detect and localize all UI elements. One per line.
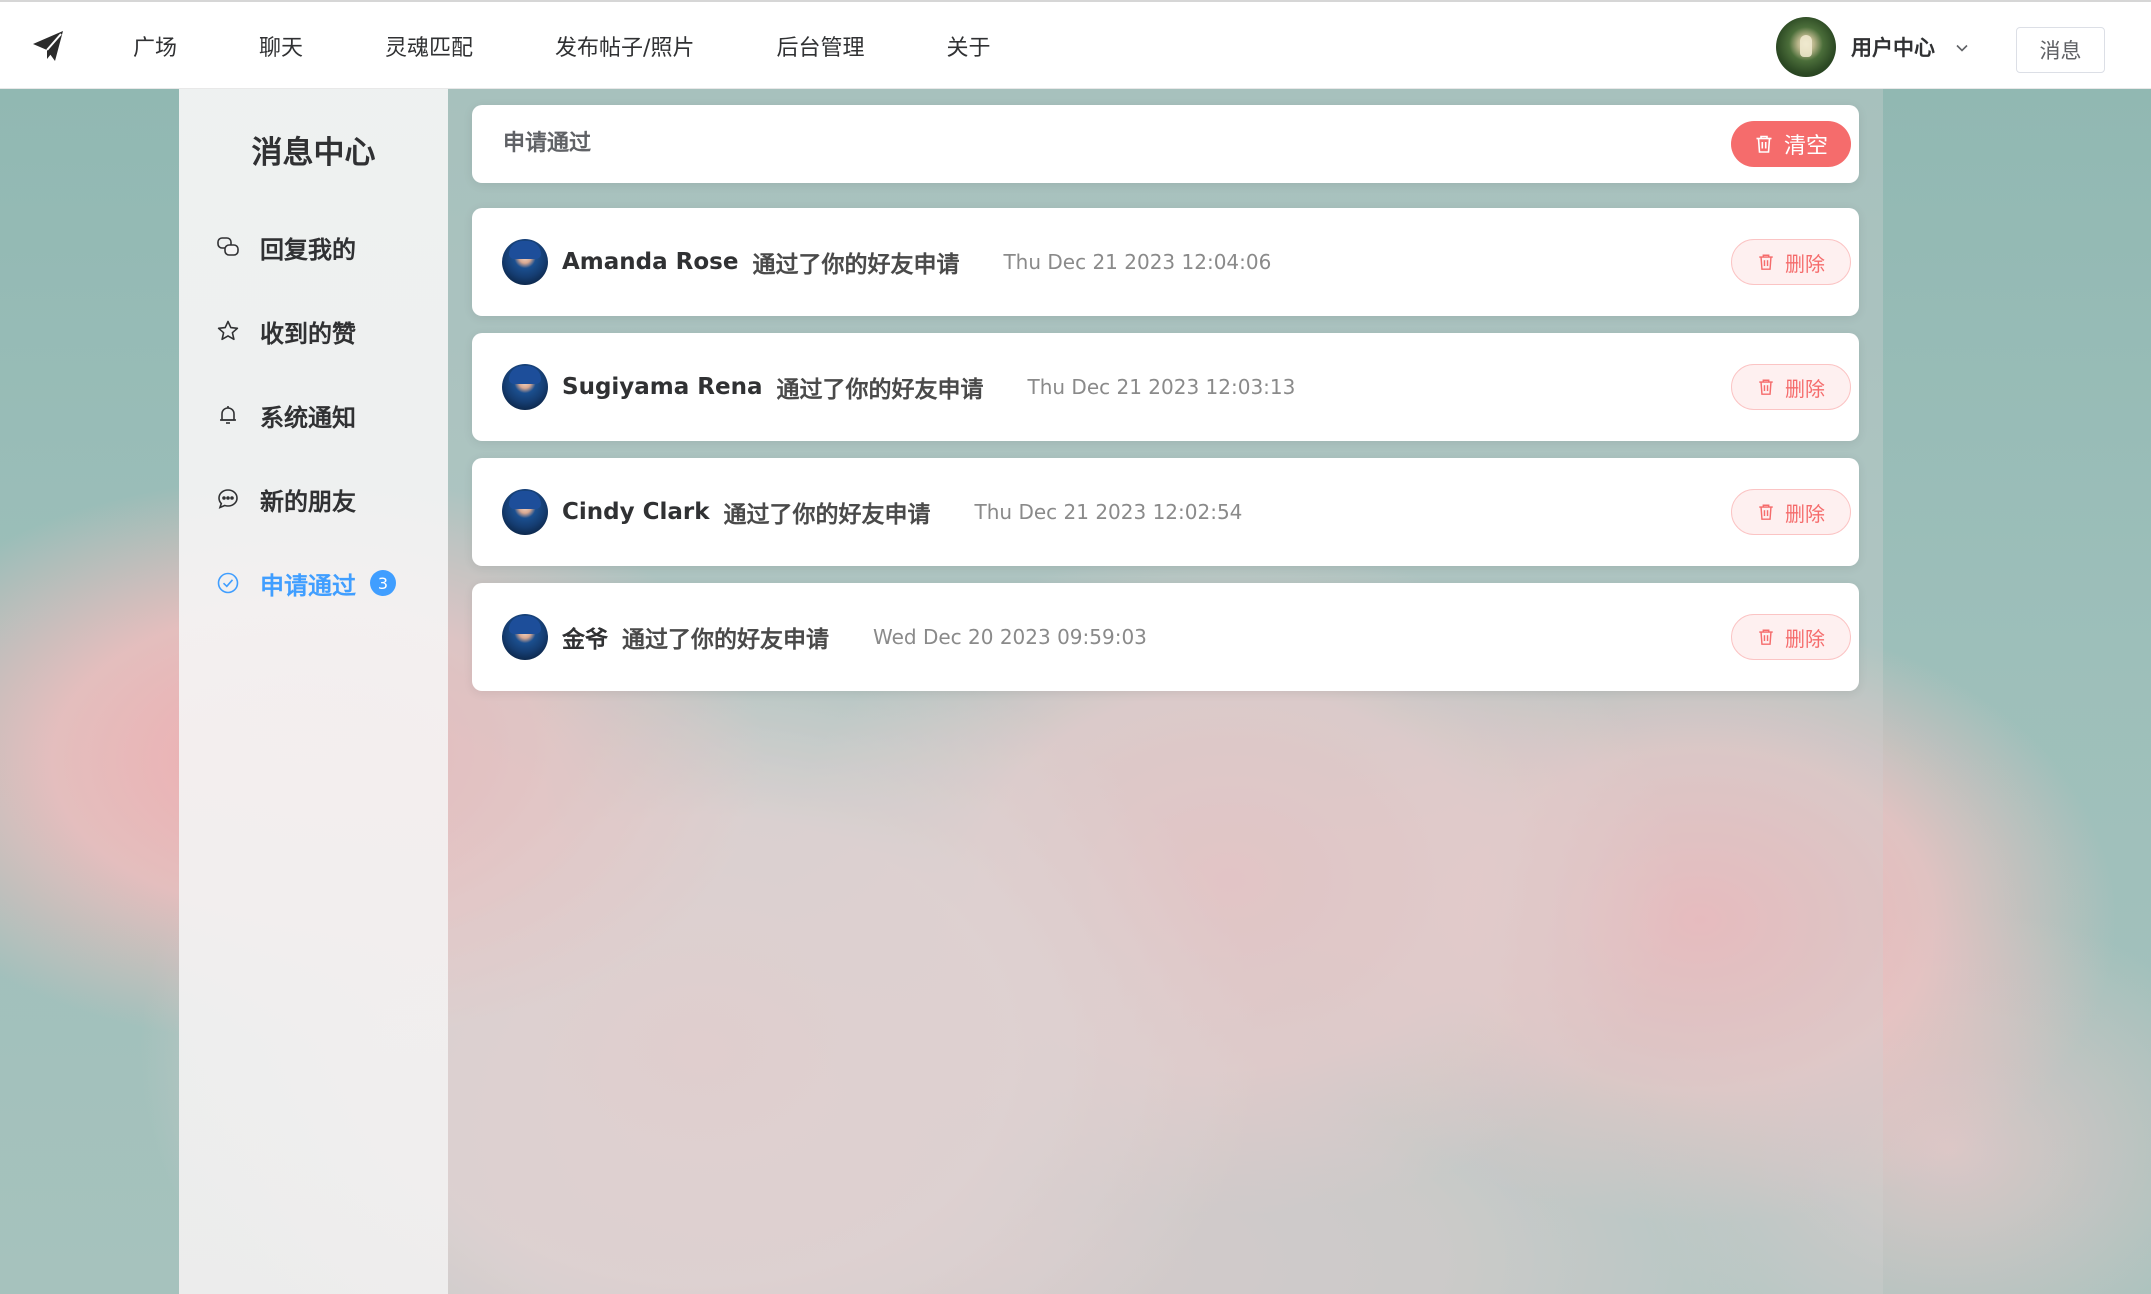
page-title: 申请通过 bbox=[503, 131, 592, 156]
list-item: 金爷 通过了你的好友申请 Wed Dec 20 2023 09:59:03 删除 bbox=[472, 583, 1859, 691]
message-timestamp: Thu Dec 21 2023 12:02:54 bbox=[974, 500, 1243, 524]
avatar[interactable] bbox=[502, 239, 548, 285]
sidebar-item-likes[interactable]: 收到的赞 bbox=[215, 311, 356, 351]
trash-icon bbox=[1757, 503, 1775, 521]
nav-item-square[interactable]: 广场 bbox=[133, 30, 177, 62]
chevron-down-icon[interactable] bbox=[1955, 40, 1969, 54]
trash-icon bbox=[1754, 134, 1774, 154]
sidebar-item-label: 系统通知 bbox=[260, 403, 356, 432]
nav-item-about[interactable]: 关于 bbox=[946, 30, 990, 62]
avatar[interactable] bbox=[502, 364, 548, 410]
delete-button[interactable]: 删除 bbox=[1731, 364, 1851, 410]
message-text: 通过了你的好友申请 bbox=[776, 377, 984, 403]
clear-button-label: 清空 bbox=[1783, 134, 1828, 159]
avatar[interactable] bbox=[502, 489, 548, 535]
nav-item-chat[interactable]: 聊天 bbox=[259, 30, 303, 62]
nav-item-publish[interactable]: 发布帖子/照片 bbox=[555, 30, 694, 62]
message-username[interactable]: Cindy Clark bbox=[562, 499, 710, 525]
delete-button-label: 删除 bbox=[1785, 376, 1825, 401]
trash-icon bbox=[1757, 628, 1775, 646]
list-header: 申请通过 清空 bbox=[472, 105, 1859, 183]
messages-button[interactable]: 消息 bbox=[2016, 27, 2105, 73]
delete-button[interactable]: 删除 bbox=[1731, 239, 1851, 285]
message-timestamp: Wed Dec 20 2023 09:59:03 bbox=[873, 625, 1147, 649]
message-text: 通过了你的好友申请 bbox=[752, 252, 960, 278]
delete-button-label: 删除 bbox=[1785, 501, 1825, 526]
list-item: Sugiyama Rena 通过了你的好友申请 Thu Dec 21 2023 … bbox=[472, 333, 1859, 441]
star-icon bbox=[215, 318, 241, 344]
sidebar-item-system-notice[interactable]: 系统通知 bbox=[215, 395, 356, 435]
delete-button[interactable]: 删除 bbox=[1731, 489, 1851, 535]
delete-button-label: 删除 bbox=[1785, 626, 1825, 651]
sidebar-item-label: 收到的赞 bbox=[260, 319, 356, 348]
chat-dots-icon bbox=[215, 486, 241, 512]
avatar[interactable] bbox=[502, 614, 548, 660]
message-text: 通过了你的好友申请 bbox=[723, 502, 931, 528]
list-item: Amanda Rose 通过了你的好友申请 Thu Dec 21 2023 12… bbox=[472, 208, 1859, 316]
nav-item-admin[interactable]: 后台管理 bbox=[776, 30, 864, 62]
sidebar-item-new-friends[interactable]: 新的朋友 bbox=[215, 479, 356, 519]
chat-bubbles-icon bbox=[215, 234, 241, 260]
avatar[interactable] bbox=[1776, 17, 1836, 77]
bell-icon bbox=[215, 402, 241, 428]
delete-button[interactable]: 删除 bbox=[1731, 614, 1851, 660]
message-list-panel: 申请通过 清空 Amanda Rose 通过了你的好友申请 Thu Dec 21… bbox=[448, 89, 1883, 1294]
sidebar-item-label: 回复我的 bbox=[260, 235, 356, 264]
message-timestamp: Thu Dec 21 2023 12:03:13 bbox=[1027, 375, 1296, 399]
user-center-label[interactable]: 用户中心 bbox=[1851, 32, 1935, 62]
sidebar-item-request-approved[interactable]: 申请通过 3 bbox=[215, 563, 396, 603]
nav-item-soul-match[interactable]: 灵魂匹配 bbox=[385, 30, 473, 62]
message-username[interactable]: Amanda Rose bbox=[562, 249, 738, 275]
top-navbar: 广场 聊天 灵魂匹配 发布帖子/照片 后台管理 关于 用户中心 消息 bbox=[0, 0, 2151, 89]
trash-icon bbox=[1757, 253, 1775, 271]
delete-button-label: 删除 bbox=[1785, 251, 1825, 276]
paper-plane-icon[interactable] bbox=[30, 28, 66, 64]
user-center-dropdown[interactable]: 用户中心 bbox=[1776, 16, 1969, 78]
trash-icon bbox=[1757, 378, 1775, 396]
main-nav: 广场 聊天 灵魂匹配 发布帖子/照片 后台管理 关于 bbox=[110, 2, 1050, 89]
message-center-sidebar: 消息中心 回复我的 收到的赞 系统通知 新的朋友 申请通过 3 bbox=[179, 89, 448, 1294]
sidebar-item-label: 新的朋友 bbox=[260, 487, 356, 516]
sidebar-item-replies[interactable]: 回复我的 bbox=[215, 227, 356, 267]
unread-badge: 3 bbox=[370, 570, 396, 596]
message-timestamp: Thu Dec 21 2023 12:04:06 bbox=[1003, 250, 1272, 274]
sidebar-item-label: 申请通过 bbox=[260, 571, 356, 600]
list-item: Cindy Clark 通过了你的好友申请 Thu Dec 21 2023 12… bbox=[472, 458, 1859, 566]
message-username[interactable]: 金爷 bbox=[562, 620, 608, 654]
message-username[interactable]: Sugiyama Rena bbox=[562, 374, 763, 400]
sidebar-title: 消息中心 bbox=[251, 135, 376, 171]
circle-check-icon bbox=[215, 570, 241, 596]
clear-all-button[interactable]: 清空 bbox=[1731, 121, 1851, 167]
message-text: 通过了你的好友申请 bbox=[622, 627, 829, 653]
